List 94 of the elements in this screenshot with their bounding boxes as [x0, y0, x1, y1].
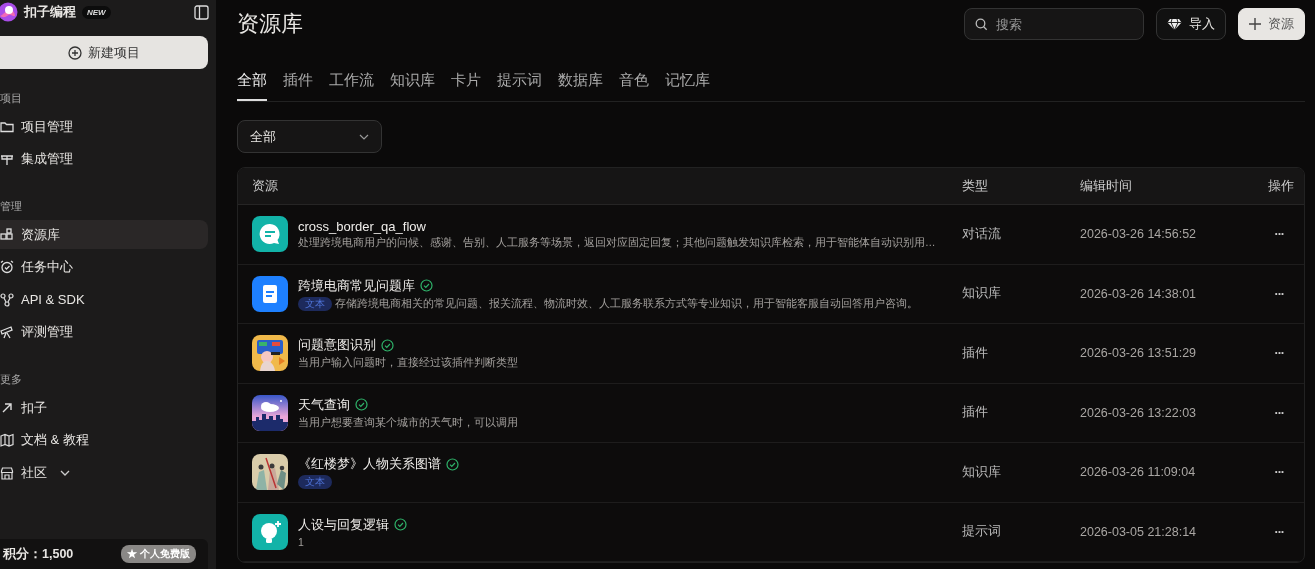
section-label: 项目: [0, 91, 23, 106]
nav-item[interactable]: 任务中心: [0, 252, 208, 282]
nav-item[interactable]: 扣子: [0, 393, 208, 422]
nodes-icon: [0, 292, 14, 307]
tab[interactable]: 记忆库: [665, 66, 710, 101]
grid-icon: [0, 227, 14, 242]
search-icon: [975, 18, 988, 31]
resource-description: 当用户想要查询某个城市的天气时，可以调用: [298, 415, 518, 430]
chat-bubble-icon: [252, 216, 288, 253]
more-button[interactable]: ···: [1274, 465, 1284, 480]
table-row[interactable]: cross_border_qa_flow 处理跨境电商用户的问候、感谢、告别、人工服务等场景，返回对应固定回复；其他问题触发知识库检索，用于智能体自动识别用… 对话流 2026-03-26 14:56:52 ···: [238, 205, 1304, 265]
plan-badge: ★ 个人免费版: [121, 545, 196, 563]
text-tag: 文本: [298, 296, 332, 311]
add-resource-button[interactable]: 资源: [1238, 8, 1305, 40]
tab[interactable]: 数据库: [558, 66, 603, 101]
resource-name[interactable]: 《红楼梦》人物关系图谱: [298, 455, 441, 474]
arrow-icon: [0, 400, 14, 415]
telescope-icon: [0, 325, 14, 339]
brand-name: 扣子编程: [24, 3, 76, 21]
time-cell-text: 2026-03-26 14:56:52: [1079, 227, 1198, 242]
more-button[interactable]: ···: [1274, 346, 1284, 361]
logo-icon: [0, 2, 18, 22]
type-cell-text: 知识库: [961, 463, 1002, 481]
nav-label: 文档 & 教程: [21, 431, 89, 449]
text-tag: 文本: [298, 475, 332, 490]
resource-description: 当用户输入问题时，直接经过该插件判断类型: [298, 356, 518, 371]
more-button[interactable]: ···: [1274, 286, 1284, 301]
resource-description: 处理跨境电商用户的问候、感谢、告别、人工服务等场景，返回对应固定回复；其他问题触发知识库检索，用于智能体自动识别用…: [298, 235, 936, 250]
nav-item[interactable]: 评测管理: [0, 317, 208, 347]
nav-item[interactable]: API & SDK: [0, 285, 208, 314]
new-project-button[interactable]: 新建项目: [0, 36, 208, 69]
nav-item[interactable]: 集成管理: [0, 144, 208, 174]
nav-label: 集成管理: [21, 150, 73, 168]
nav-label: 项目管理: [21, 117, 73, 136]
nav-label: 扣子: [21, 398, 47, 417]
time-cell-text: 2026-03-26 13:22:03: [1079, 405, 1198, 420]
store-icon: [0, 465, 14, 480]
tab[interactable]: 全部: [237, 66, 267, 101]
type-cell-text: 知识库: [961, 285, 1002, 303]
folder-icon: [0, 119, 14, 134]
time-cell-text: 2026-03-26 13:51:29: [1079, 346, 1198, 361]
filter-dropdown[interactable]: 全部: [237, 120, 382, 153]
new-badge: NEW: [82, 5, 111, 19]
nav-label: 社区: [21, 463, 47, 482]
nav-item[interactable]: 文档 & 教程: [0, 425, 208, 455]
tab[interactable]: 知识库: [390, 66, 435, 101]
tab[interactable]: 音色: [619, 66, 649, 101]
sidebar-toggle-icon[interactable]: [194, 4, 209, 20]
resource-name[interactable]: 天气查询: [298, 395, 350, 414]
resource-name[interactable]: 人设与回复逻辑: [298, 515, 389, 534]
resource-name[interactable]: cross_border_qa_flow: [298, 218, 426, 234]
resource-description: 1: [298, 535, 304, 548]
tab[interactable]: 卡片: [451, 66, 481, 101]
section-label: 更多: [0, 372, 23, 387]
column-header: 操作: [1268, 178, 1294, 193]
search-field[interactable]: 搜索: [964, 8, 1144, 40]
alarm-clock-icon: [0, 260, 14, 274]
more-button[interactable]: ···: [1274, 405, 1284, 420]
more-button[interactable]: ···: [1274, 524, 1284, 539]
nav-label: 任务中心: [21, 258, 73, 276]
map-icon: [0, 433, 14, 447]
nav-item[interactable]: 资源库: [0, 220, 208, 249]
column-header: 编辑时间: [1080, 178, 1132, 193]
tab[interactable]: 工作流: [329, 66, 374, 101]
points-label: 积分：1,500: [3, 545, 74, 563]
document-icon: [252, 275, 288, 312]
nav-label: API & SDK: [21, 292, 85, 307]
page-title: 资源库: [237, 10, 304, 38]
chevron-icon: [359, 133, 369, 140]
type-cell-text: 插件: [961, 404, 989, 422]
lightbulb-icon: [252, 513, 288, 550]
plus-icon: [1249, 18, 1261, 30]
tab[interactable]: 插件: [283, 66, 313, 101]
type-cell-text: 提示词: [961, 523, 1002, 541]
nav-item[interactable]: 项目管理: [0, 112, 208, 141]
resource-name[interactable]: 问题意图识别: [298, 336, 376, 355]
resource-description: 存储跨境电商相关的常见问题、报关流程、物流时效、人工服务联系方式等专业知识，用于智能客服自动回答用户咨询。: [335, 296, 918, 311]
import-button[interactable]: 导入: [1156, 8, 1226, 40]
tab[interactable]: 提示词: [497, 66, 542, 101]
diamond-icon: [1167, 17, 1182, 31]
plus-circle-icon: [68, 45, 82, 60]
nav-label: 资源库: [21, 225, 60, 244]
nav-label: 评测管理: [21, 323, 73, 341]
column-header: 类型: [962, 178, 988, 193]
section-label: 管理: [0, 199, 23, 214]
nav-item[interactable]: 社区: [0, 458, 208, 487]
type-cell-text: 插件: [961, 344, 989, 362]
resource-name[interactable]: 跨境电商常见问题库: [298, 276, 415, 295]
time-cell-text: 2026-03-05 21:28:14: [1079, 524, 1198, 539]
time-cell-text: 2026-03-26 11:09:04: [1079, 465, 1197, 480]
time-cell-text: 2026-03-26 14:38:01: [1079, 286, 1198, 301]
more-button[interactable]: ···: [1274, 227, 1284, 242]
column-header: 资源: [252, 178, 278, 193]
type-cell-text: 对话流: [961, 225, 1002, 243]
